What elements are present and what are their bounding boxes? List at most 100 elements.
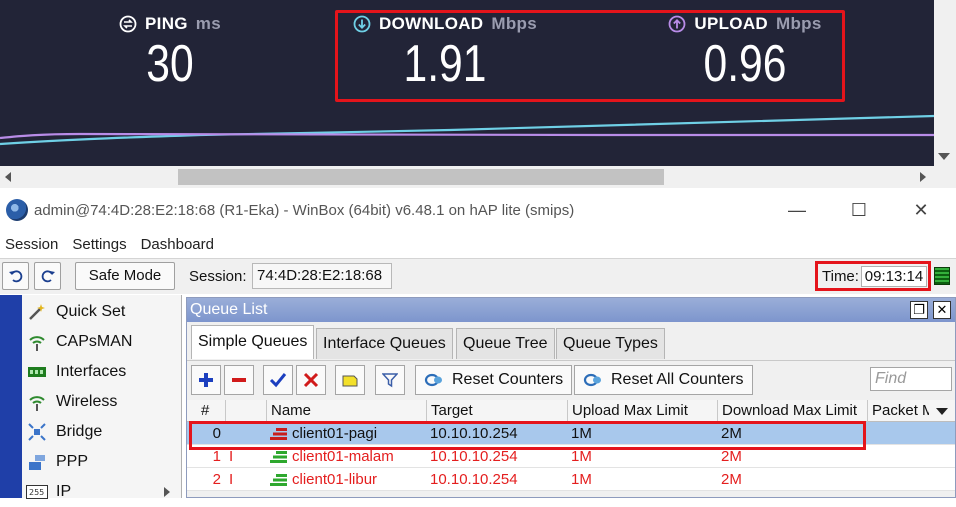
sidebar-item-label: CAPsMAN <box>56 333 133 350</box>
queue-list-window: Queue List ❐ ✕ Simple Queues Interface Q… <box>186 297 956 498</box>
winbox-logo-icon <box>6 199 28 221</box>
row-download-max: 2M <box>721 471 742 488</box>
find-input[interactable]: Find <box>870 367 952 391</box>
reset-counters-button[interactable]: Reset Counters <box>415 365 573 395</box>
tab-queue-types[interactable]: Queue Types <box>556 328 665 359</box>
maximize-button[interactable]: ☐ <box>844 198 874 222</box>
sidebar-item-bridge[interactable]: Bridge <box>22 417 182 447</box>
menu-session[interactable]: Session <box>5 236 58 253</box>
comment-button[interactable] <box>335 365 365 395</box>
vertical-scrollbar[interactable] <box>934 0 956 166</box>
sidebar-item-ppp[interactable]: PPP <box>22 447 182 477</box>
disable-button[interactable] <box>296 365 326 395</box>
menu-bar: Session Settings Dashboard <box>0 232 956 256</box>
session-value: 74:4D:28:E2:18:68 <box>252 263 392 289</box>
tab-queue-tree[interactable]: Queue Tree <box>456 328 555 359</box>
scrollbar-thumb[interactable] <box>178 169 664 185</box>
row-flag: I <box>229 471 234 488</box>
sidebar: Quick Set CAPsMAN Interfaces Wireless Br… <box>22 295 182 500</box>
enable-button[interactable] <box>263 365 293 395</box>
sidebar-item-label: IP <box>56 483 72 500</box>
col-upload-max[interactable]: Upload Max Limit <box>567 400 717 422</box>
speedtest-panel: PING ms 30 DOWNLOAD Mbps 1.91 UPLOAD Mbp… <box>0 0 956 190</box>
redo-icon <box>41 270 55 283</box>
ping-value: 30 <box>146 35 194 93</box>
col-flag[interactable] <box>225 400 266 422</box>
filter-button[interactable] <box>375 365 405 395</box>
sidebar-item-interfaces[interactable]: Interfaces <box>22 357 182 387</box>
close-button[interactable]: ✕ <box>906 198 936 222</box>
ping-metric: PING ms 30 <box>100 14 240 92</box>
col-target[interactable]: Target <box>426 400 567 422</box>
remove-button[interactable] <box>224 365 254 395</box>
sidebar-item-label: Interfaces <box>56 363 127 380</box>
wireless-icon <box>26 391 48 413</box>
queue-toolbar: Reset Counters Reset All Counters Find <box>187 360 955 398</box>
wand-icon <box>26 301 48 323</box>
row-target: 10.10.10.254 <box>430 471 518 488</box>
row-name: client01-malam <box>292 448 394 465</box>
undo-icon <box>8 270 22 283</box>
svg-text:255: 255 <box>29 488 44 497</box>
window-titlebar: admin@74:4D:28:E2:18:68 (R1-Eka) - WinBo… <box>0 192 956 228</box>
minus-icon <box>232 378 246 382</box>
plus-icon <box>199 373 213 387</box>
comment-icon <box>342 375 358 387</box>
table-row[interactable]: 2 I client01-libur 10.10.10.254 1M 2M <box>187 468 955 491</box>
sidebar-item-ip[interactable]: 255 IP <box>22 477 182 507</box>
safe-mode-button[interactable]: Safe Mode <box>75 262 175 290</box>
col-name[interactable]: Name <box>266 400 426 422</box>
sidebar-item-label: Quick Set <box>56 303 126 320</box>
col-packet-marks[interactable]: Packet M <box>867 400 929 422</box>
reset-all-counters-button[interactable]: Reset All Counters <box>574 365 753 395</box>
sidebar-item-wireless[interactable]: Wireless <box>22 387 182 417</box>
row-upload-max: 1M <box>571 471 592 488</box>
queue-list-title: Queue List <box>187 298 955 322</box>
scroll-right-icon[interactable] <box>920 172 926 182</box>
close-window-icon[interactable]: ✕ <box>933 301 951 319</box>
sidebar-item-quick-set[interactable]: Quick Set <box>22 297 182 327</box>
undo-button[interactable] <box>2 262 29 290</box>
restore-window-icon[interactable]: ❐ <box>910 301 928 319</box>
highlight-row-box <box>189 421 866 450</box>
menu-settings[interactable]: Settings <box>72 236 126 253</box>
scroll-corner <box>934 166 956 188</box>
bridge-icon <box>26 421 48 443</box>
tab-interface-queues[interactable]: Interface Queues <box>316 328 453 359</box>
add-button[interactable] <box>191 365 221 395</box>
ip-icon: 255 <box>26 481 48 503</box>
col-number[interactable]: # <box>187 400 225 422</box>
submenu-arrow-icon <box>164 487 170 497</box>
reset-icon <box>583 373 601 387</box>
sidebar-item-capsman[interactable]: CAPsMAN <box>22 327 182 357</box>
sidebar-item-label: Wireless <box>56 393 118 410</box>
row-name: client01-libur <box>292 471 378 488</box>
queue-green-icon <box>270 451 287 464</box>
wireless-icon <box>26 331 48 353</box>
table-header: # Name Target Upload Max Limit Download … <box>187 400 955 422</box>
reset-all-counters-label: Reset All Counters <box>611 371 744 388</box>
scroll-left-icon[interactable] <box>5 172 11 182</box>
ping-label: PING <box>145 14 188 33</box>
tab-simple-queues[interactable]: Simple Queues <box>191 325 315 359</box>
ping-icon <box>119 15 137 33</box>
menu-dashboard[interactable]: Dashboard <box>141 236 214 253</box>
scroll-down-icon[interactable] <box>938 153 950 160</box>
time-value: 09:13:14 <box>861 266 927 287</box>
sidebar-strip <box>0 295 22 498</box>
time-box: Time: 09:13:14 <box>815 261 931 291</box>
col-download-max[interactable]: Download Max Limit <box>717 400 867 422</box>
filter-icon <box>382 373 398 388</box>
session-label: Session: <box>189 268 247 285</box>
window-title: admin@74:4D:28:E2:18:68 (R1-Eka) - WinBo… <box>34 201 575 219</box>
ppp-icon <box>26 451 48 473</box>
time-label: Time: <box>822 268 859 285</box>
queue-green-icon <box>270 474 287 487</box>
minimize-button[interactable]: — <box>782 198 812 222</box>
speed-graph <box>0 114 934 146</box>
redo-button[interactable] <box>34 262 61 290</box>
column-menu-icon[interactable] <box>936 408 948 415</box>
horizontal-scrollbar[interactable] <box>0 166 934 188</box>
interfaces-icon <box>26 361 48 383</box>
reset-counters-label: Reset Counters <box>452 371 564 388</box>
